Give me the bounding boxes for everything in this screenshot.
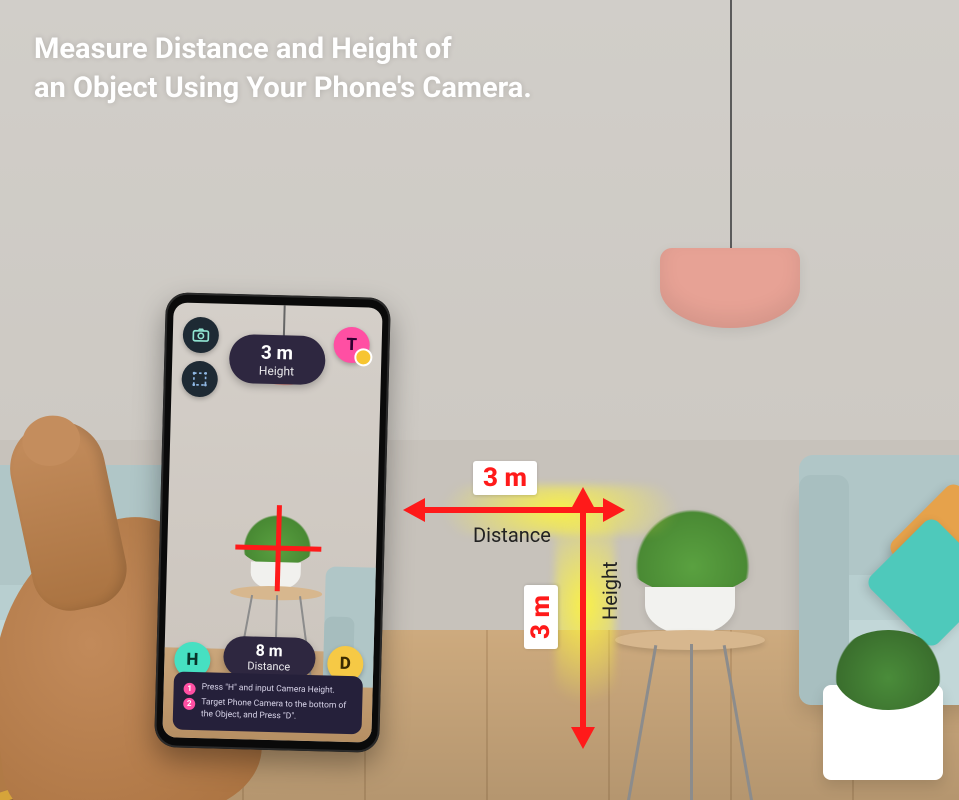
instruction-step-2: Target Phone Camera to the bottom of the… <box>201 697 353 724</box>
step-badge-1: 1 <box>183 683 195 695</box>
h-button-label: H <box>186 650 199 670</box>
instructions-panel: 1 Press "H" and input Camera Height. 2 T… <box>173 672 363 735</box>
phone-screen: T 3 m Height H D 8 m Distance <box>162 302 382 742</box>
arrowhead-up-icon <box>571 487 595 509</box>
crosshair-icon <box>234 504 322 592</box>
potted-plant <box>620 500 765 595</box>
step-badge-2: 2 <box>183 698 195 710</box>
bounding-box-icon <box>189 369 210 390</box>
d-button-label: D <box>340 654 352 674</box>
headline-line1: Measure Distance and Height of <box>34 30 532 69</box>
height-label: Height <box>598 561 622 620</box>
pendant-lamp-cord <box>730 0 732 250</box>
bounding-box-button[interactable] <box>181 361 218 398</box>
distance-reading-label: Distance <box>243 659 295 673</box>
headline: Measure Distance and Height of an Object… <box>34 30 532 108</box>
arrowhead-right-icon <box>603 498 625 522</box>
headline-line2: an Object Using Your Phone's Camera. <box>34 69 532 108</box>
pendant-lamp <box>660 248 800 328</box>
camera-mode-button[interactable] <box>182 317 219 354</box>
height-reading-pill: 3 m Height <box>228 334 325 385</box>
distance-value-badge: 3 m <box>473 461 537 495</box>
floor-planter <box>823 685 943 780</box>
distance-arrow-line <box>423 507 608 513</box>
height-reading-value: 3 m <box>251 342 303 362</box>
instruction-step-1: Press "H" and input Camera Height. <box>201 682 334 698</box>
distance-reading-value: 8 m <box>243 642 295 659</box>
smartphone: T 3 m Height H D 8 m Distance <box>154 292 391 753</box>
promo-scene: Measure Distance and Height of an Object… <box>0 0 959 800</box>
plant-pot <box>645 587 735 635</box>
camera-icon <box>191 325 212 346</box>
distance-label: Distance <box>473 523 551 547</box>
hand-holding-phone: T 3 m Height H D 8 m Distance <box>0 280 420 800</box>
side-table <box>615 630 765 660</box>
target-t-button[interactable]: T <box>333 327 370 364</box>
height-reading-label: Height <box>250 363 302 378</box>
t-button-label: T <box>346 335 357 355</box>
